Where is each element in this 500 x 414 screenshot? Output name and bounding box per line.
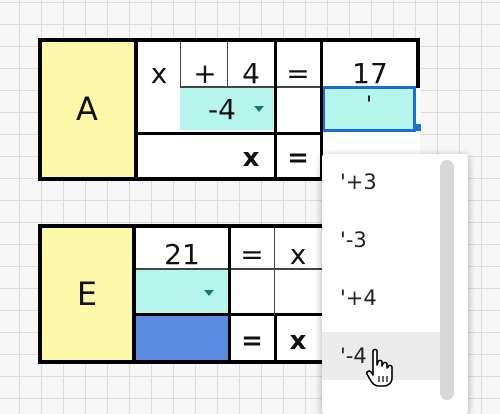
table-a-border-top (38, 38, 420, 42)
table-a-border-label (134, 38, 138, 181)
table-e-border-left (38, 224, 42, 364)
table-a-border-left (38, 38, 42, 181)
table-a-equals-2: = (287, 143, 309, 173)
table-a-operation-value: -4 (208, 92, 236, 126)
table-e-x-label: x (289, 326, 307, 356)
dropdown-option[interactable]: '+3 (322, 158, 440, 206)
table-e-vline-2 (274, 228, 275, 316)
table-e-vline-1 (228, 228, 231, 362)
dropdown-option[interactable]: '+4 (322, 274, 440, 322)
table-a-border-right (416, 38, 420, 88)
table-a-vline-1 (180, 42, 181, 88)
table-e-border-label (132, 224, 136, 364)
table-e-label: E (38, 224, 136, 364)
table-a-term-x: x (150, 56, 168, 90)
table-e-operation-dropdown[interactable] (136, 270, 228, 314)
table-e-vline-3 (274, 316, 277, 362)
table-a-operation-dropdown[interactable]: -4 (180, 88, 274, 130)
table-a-label: A (38, 38, 136, 180)
table-e-border-top (38, 224, 338, 228)
dropdown-scrollbar[interactable] (440, 160, 454, 400)
table-e-equals-2: = (241, 326, 263, 356)
chevron-down-icon (254, 106, 264, 112)
table-a-divider-row2 (138, 132, 322, 135)
table-a-vline-3 (274, 42, 277, 180)
table-e-border-bottom (38, 360, 338, 364)
table-e-answer-cell[interactable] (136, 316, 228, 362)
dropdown-option[interactable]: '-3 (322, 216, 440, 264)
hand-pointer-icon (366, 348, 393, 387)
table-a-x-label: x (242, 143, 260, 173)
table-a-active-input[interactable]: ' (322, 86, 416, 132)
table-a-vline-2 (227, 42, 228, 88)
table-a-divider-row1 (180, 86, 320, 88)
chevron-down-icon (204, 290, 214, 296)
resize-handle[interactable] (414, 124, 421, 131)
